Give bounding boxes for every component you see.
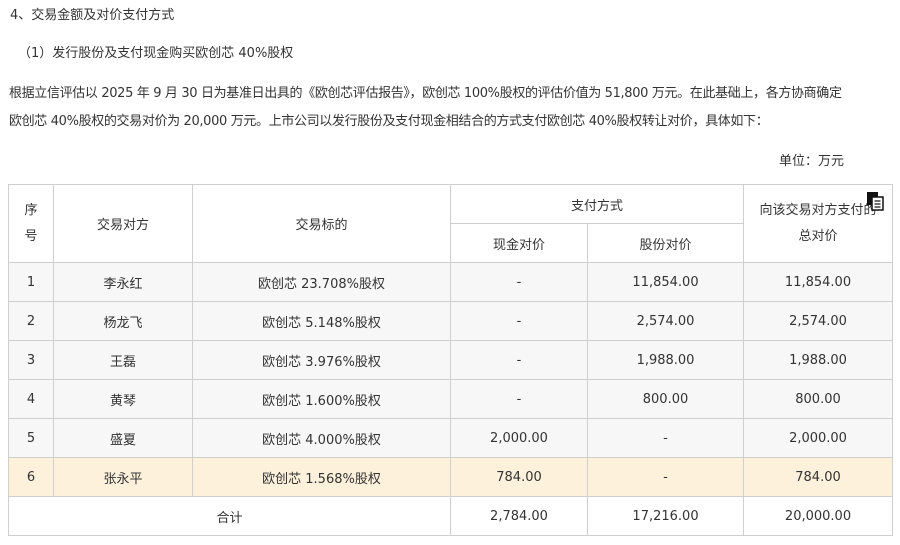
cell-total: 1,988.00: [743, 340, 894, 380]
table-row: 4 黄琴 欧创芯 1.600%股权 - 800.00 800.00: [8, 379, 894, 419]
cell-seq: 4: [8, 379, 54, 419]
total-share: 17,216.00: [586, 496, 745, 536]
cell-cash: -: [450, 340, 588, 380]
cell-share: 1,988.00: [586, 340, 745, 380]
header-seq-line-2: 号: [24, 228, 38, 244]
header-share: 股份对价: [586, 223, 745, 263]
cell-target: 欧创芯 4.000%股权: [192, 418, 451, 458]
cell-name: 李永红: [53, 262, 193, 302]
paragraph-line-1: 根据立信评估以 2025 年 9 月 30 日为基准日出具的《欧创芯评估报告》，…: [9, 86, 842, 101]
cell-total: 784.00: [743, 457, 894, 497]
cell-share: 800.00: [586, 379, 745, 419]
cell-total: 800.00: [743, 379, 894, 419]
total-cash: 2,784.00: [450, 496, 588, 536]
cell-name: 张永平: [53, 457, 193, 497]
cell-name: 黄琴: [53, 379, 193, 419]
cell-seq: 2: [8, 301, 54, 341]
cell-target: 欧创芯 3.976%股权: [192, 340, 451, 380]
copy-icon[interactable]: [866, 191, 884, 211]
header-total-line-2: 总对价: [798, 228, 838, 244]
cell-cash: -: [450, 379, 588, 419]
table-row: 2 杨龙飞 欧创芯 5.148%股权 - 2,574.00 2,574.00: [8, 301, 894, 341]
header-seq-line-1: 序: [24, 202, 38, 218]
cell-cash: 2,000.00: [450, 418, 588, 458]
unit-label: 单位：万元: [778, 154, 844, 169]
cell-seq: 6: [8, 457, 54, 497]
total-label: 合计: [8, 496, 451, 536]
sub-heading: （1）发行股份及支付现金购买欧创芯 40%股权: [18, 46, 294, 61]
header-counterparty: 交易对方: [53, 184, 193, 263]
cell-cash: 784.00: [450, 457, 588, 497]
header-row: 序 号 交易对方 交易标的 支付方式 向该交易对方支付的 总对价: [8, 184, 894, 263]
header-target: 交易标的: [192, 184, 451, 263]
description-paragraph: 根据立信评估以 2025 年 9 月 30 日为基准日出具的《欧创芯评估报告》，…: [9, 80, 894, 136]
table-row: 5 盛夏 欧创芯 4.000%股权 2,000.00 - 2,000.00: [8, 418, 894, 458]
cell-target: 欧创芯 23.708%股权: [192, 262, 451, 302]
section-heading: 4、交易金额及对价支付方式: [10, 8, 175, 23]
cell-share: 11,854.00: [586, 262, 745, 302]
cell-target: 欧创芯 5.148%股权: [192, 301, 451, 341]
table-row: 1 李永红 欧创芯 23.708%股权 - 11,854.00 11,854.0…: [8, 262, 894, 302]
table-row: 3 王磊 欧创芯 3.976%股权 - 1,988.00 1,988.00: [8, 340, 894, 380]
cell-seq: 1: [8, 262, 54, 302]
paragraph-line-2: 欧创芯 40%股权的交易对价为 20,000 万元。上市公司以发行股份及支付现金…: [9, 114, 769, 129]
cell-total: 2,000.00: [743, 418, 894, 458]
cell-name: 王磊: [53, 340, 193, 380]
table-row-highlighted: 6 张永平 欧创芯 1.568%股权 784.00 - 784.00: [8, 457, 894, 497]
cell-cash: -: [450, 301, 588, 341]
cell-seq: 5: [8, 418, 54, 458]
cell-total: 2,574.00: [743, 301, 894, 341]
header-total: 向该交易对方支付的 总对价: [743, 184, 894, 263]
total-row: 合计 2,784.00 17,216.00 20,000.00: [8, 496, 894, 536]
cell-share: -: [586, 457, 745, 497]
cell-seq: 3: [8, 340, 54, 380]
cell-share: 2,574.00: [586, 301, 745, 341]
header-payment-method: 支付方式: [449, 184, 745, 224]
cell-share: -: [586, 418, 745, 458]
cell-cash: -: [450, 262, 588, 302]
cell-name: 杨龙飞: [53, 301, 193, 341]
cell-total: 11,854.00: [743, 262, 894, 302]
total-total: 20,000.00: [743, 496, 894, 536]
cell-target: 欧创芯 1.600%股权: [192, 379, 451, 419]
transaction-table: 序 号 交易对方 交易标的 支付方式 向该交易对方支付的 总对价 现金对价 股份…: [8, 184, 894, 536]
header-cash: 现金对价: [450, 223, 588, 263]
cell-target: 欧创芯 1.568%股权: [192, 457, 451, 497]
header-seq: 序 号: [8, 184, 54, 263]
cell-name: 盛夏: [53, 418, 193, 458]
